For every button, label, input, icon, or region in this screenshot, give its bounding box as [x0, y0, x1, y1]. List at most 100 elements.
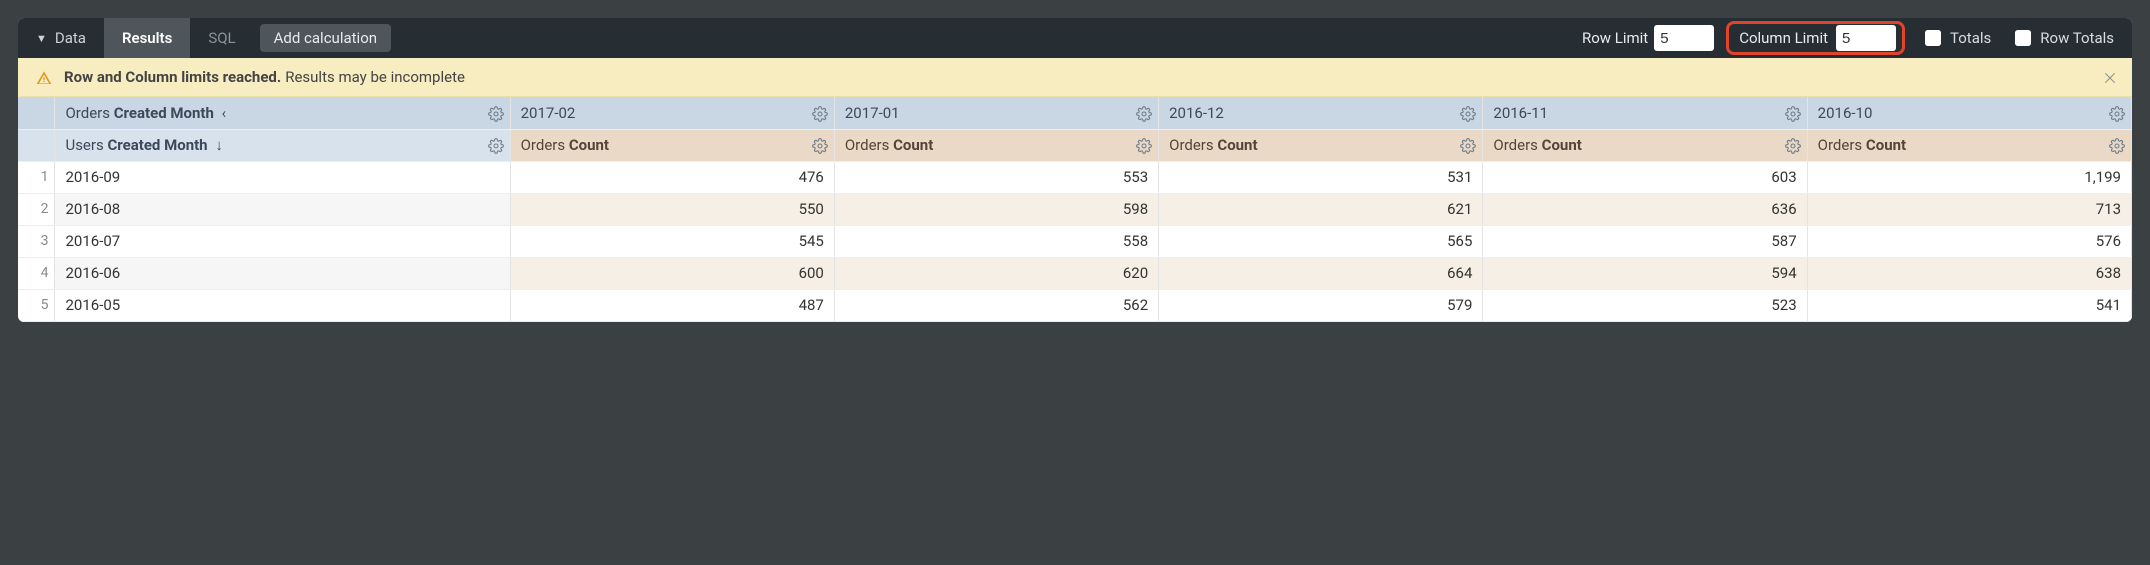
- cell-value[interactable]: 553: [834, 161, 1158, 193]
- cell-value[interactable]: 621: [1159, 193, 1483, 225]
- pivot-col-header[interactable]: 2016-12: [1159, 97, 1483, 129]
- cell-value[interactable]: 576: [1807, 225, 2131, 257]
- cell-value[interactable]: 587: [1483, 225, 1807, 257]
- cell-value[interactable]: 558: [834, 225, 1158, 257]
- row-index: 5: [18, 289, 55, 321]
- results-table-wrap: Orders Created Month ‹ 2017-02 2017-01 2…: [18, 97, 2132, 322]
- warning-close-button[interactable]: [2102, 68, 2118, 86]
- cell-value[interactable]: 545: [510, 225, 834, 257]
- add-calculation-button[interactable]: Add calculation: [260, 24, 391, 52]
- column-limit-highlight: Column Limit: [1726, 21, 1905, 55]
- measure-col-header[interactable]: Orders Count: [1807, 129, 2131, 161]
- cell-value[interactable]: 550: [510, 193, 834, 225]
- row-index: 4: [18, 257, 55, 289]
- measure-header-row: Users Created Month ↓ Orders Count Order…: [18, 129, 2132, 161]
- gear-icon[interactable]: [1136, 136, 1152, 154]
- tab-sql[interactable]: SQL: [190, 18, 253, 58]
- gear-icon[interactable]: [2109, 104, 2125, 122]
- caret-down-icon: ▼: [36, 32, 47, 45]
- cell-value[interactable]: 1,199: [1807, 161, 2131, 193]
- tab-results-label: Results: [122, 29, 172, 47]
- results-panel: ▼ Data Results SQL Add calculation Row L…: [18, 18, 2132, 322]
- table-row: 5 2016-05 487 562 579 523 541: [18, 289, 2132, 321]
- gear-icon[interactable]: [1460, 136, 1476, 154]
- row-totals-checkbox[interactable]: [2015, 30, 2031, 46]
- warning-bold-text: Row and Column limits reached.: [64, 68, 281, 86]
- gear-icon[interactable]: [1460, 104, 1476, 122]
- cell-value[interactable]: 620: [834, 257, 1158, 289]
- pivot-col-header[interactable]: 2017-01: [834, 97, 1158, 129]
- gear-icon[interactable]: [812, 104, 828, 122]
- measure-col-header[interactable]: Orders Count: [510, 129, 834, 161]
- cell-value[interactable]: 664: [1159, 257, 1483, 289]
- table-row: 3 2016-07 545 558 565 587 576: [18, 225, 2132, 257]
- cell-value[interactable]: 531: [1159, 161, 1483, 193]
- results-table: Orders Created Month ‹ 2017-02 2017-01 2…: [18, 97, 2132, 322]
- measure-col-header[interactable]: Orders Count: [834, 129, 1158, 161]
- cell-value[interactable]: 565: [1159, 225, 1483, 257]
- gear-icon[interactable]: [812, 136, 828, 154]
- row-totals-label: Row Totals: [2040, 29, 2114, 47]
- cell-value[interactable]: 603: [1483, 161, 1807, 193]
- cell-value[interactable]: 713: [1807, 193, 2131, 225]
- tab-data[interactable]: ▼ Data: [18, 18, 104, 58]
- results-tbody: 1 2016-09 476 553 531 603 1,199 2 2016-0…: [18, 161, 2132, 321]
- row-limit-input[interactable]: [1654, 25, 1714, 51]
- chevron-left-icon: ‹: [218, 104, 227, 122]
- column-limit-input[interactable]: [1836, 25, 1896, 51]
- rownum-header: [18, 129, 55, 161]
- tab-data-label: Data: [55, 29, 86, 47]
- cell-value[interactable]: 600: [510, 257, 834, 289]
- cell-value[interactable]: 598: [834, 193, 1158, 225]
- measure-col-header[interactable]: Orders Count: [1483, 129, 1807, 161]
- pivot-header-row: Orders Created Month ‹ 2017-02 2017-01 2…: [18, 97, 2132, 129]
- totals-checkbox[interactable]: [1925, 30, 1941, 46]
- totals-label: Totals: [1950, 29, 1991, 47]
- tab-results[interactable]: Results: [104, 18, 190, 58]
- row-index: 1: [18, 161, 55, 193]
- table-row: 1 2016-09 476 553 531 603 1,199: [18, 161, 2132, 193]
- limits-warning-bar: Row and Column limits reached. Results m…: [18, 58, 2132, 97]
- column-limit-label: Column Limit: [1739, 29, 1828, 47]
- table-row: 4 2016-06 600 620 664 594 638: [18, 257, 2132, 289]
- row-limit-group: Row Limit: [1568, 23, 1720, 53]
- gear-icon[interactable]: [488, 136, 504, 154]
- pivot-col-header[interactable]: 2017-02: [510, 97, 834, 129]
- row-dim-value[interactable]: 2016-06: [55, 257, 510, 289]
- pivot-col-header[interactable]: 2016-10: [1807, 97, 2131, 129]
- gear-icon[interactable]: [2109, 136, 2125, 154]
- row-totals-checkbox-group[interactable]: Row Totals: [2001, 27, 2124, 49]
- row-dim-value[interactable]: 2016-09: [55, 161, 510, 193]
- cell-value[interactable]: 638: [1807, 257, 2131, 289]
- gear-icon[interactable]: [1136, 104, 1152, 122]
- pivot-col-header[interactable]: 2016-11: [1483, 97, 1807, 129]
- cell-value[interactable]: 636: [1483, 193, 1807, 225]
- cell-value[interactable]: 579: [1159, 289, 1483, 321]
- cell-value[interactable]: 487: [510, 289, 834, 321]
- totals-checkbox-group[interactable]: Totals: [1911, 27, 2001, 49]
- pivot-dimension-header[interactable]: Orders Created Month ‹: [55, 97, 510, 129]
- row-dim-value[interactable]: 2016-08: [55, 193, 510, 225]
- tab-sql-label: SQL: [208, 29, 235, 47]
- cell-value[interactable]: 562: [834, 289, 1158, 321]
- cell-value[interactable]: 523: [1483, 289, 1807, 321]
- warning-icon: [36, 68, 52, 86]
- measure-col-header[interactable]: Orders Count: [1159, 129, 1483, 161]
- pivot-corner-blank: [18, 97, 55, 129]
- gear-icon[interactable]: [1785, 136, 1801, 154]
- warning-rest-text: Results may be incomplete: [285, 68, 465, 86]
- row-index: 3: [18, 225, 55, 257]
- sort-desc-icon: ↓: [211, 136, 223, 154]
- gear-icon[interactable]: [488, 104, 504, 122]
- row-limit-label: Row Limit: [1574, 29, 1648, 47]
- cell-value[interactable]: 476: [510, 161, 834, 193]
- row-dimension-header[interactable]: Users Created Month ↓: [55, 129, 510, 161]
- gear-icon[interactable]: [1785, 104, 1801, 122]
- row-dim-value[interactable]: 2016-07: [55, 225, 510, 257]
- cell-value[interactable]: 541: [1807, 289, 2131, 321]
- cell-value[interactable]: 594: [1483, 257, 1807, 289]
- row-dim-value[interactable]: 2016-05: [55, 289, 510, 321]
- row-index: 2: [18, 193, 55, 225]
- table-row: 2 2016-08 550 598 621 636 713: [18, 193, 2132, 225]
- results-toolbar: ▼ Data Results SQL Add calculation Row L…: [18, 18, 2132, 58]
